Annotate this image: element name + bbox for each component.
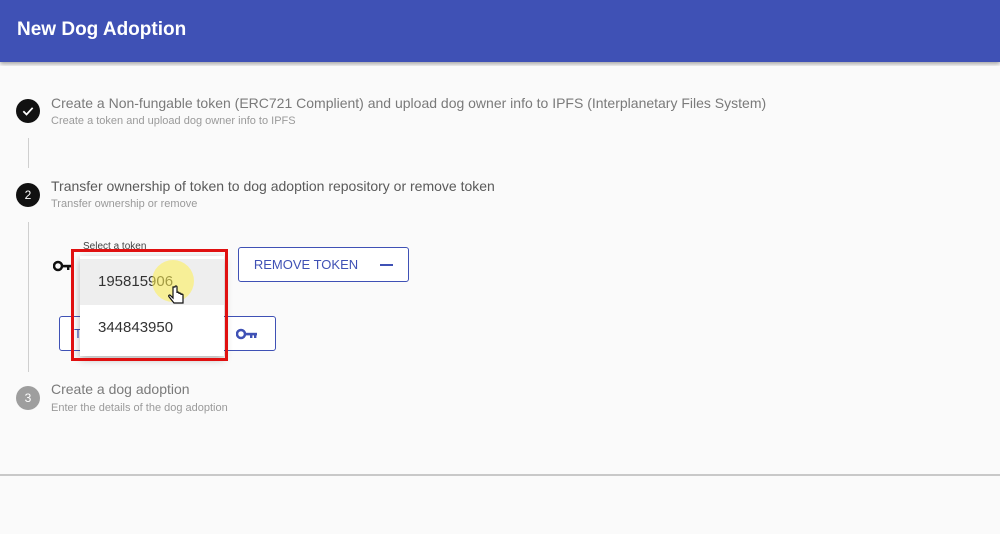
step-1-complete[interactable]: [16, 99, 40, 123]
remove-token-label: REMOVE TOKEN: [253, 257, 359, 272]
step-2-active[interactable]: 2: [16, 183, 40, 207]
step-connector: [28, 222, 29, 372]
step-3-subtitle: Enter the details of the dog adoption: [51, 402, 228, 414]
step-1-subtitle: Create a token and upload dog owner info…: [51, 115, 296, 127]
check-icon: [22, 107, 34, 116]
step-2-subtitle: Transfer ownership or remove: [51, 198, 198, 210]
step-1-title[interactable]: Create a Non-fungable token (ERC721 Comp…: [51, 95, 766, 111]
app-bar: New Dog Adoption: [0, 0, 1000, 62]
step-3-inactive[interactable]: 3: [16, 386, 40, 410]
minus-icon: [380, 263, 394, 266]
page-title: New Dog Adoption: [17, 19, 187, 40]
step-connector: [28, 138, 29, 168]
step-2-title[interactable]: Transfer ownership of token to dog adopt…: [51, 178, 495, 194]
remove-token-button[interactable]: REMOVE TOKEN: [238, 247, 409, 282]
key-icon: [236, 328, 257, 340]
annotation-highlight-box: [71, 249, 228, 361]
step-3-title[interactable]: Create a dog adoption: [51, 381, 190, 397]
